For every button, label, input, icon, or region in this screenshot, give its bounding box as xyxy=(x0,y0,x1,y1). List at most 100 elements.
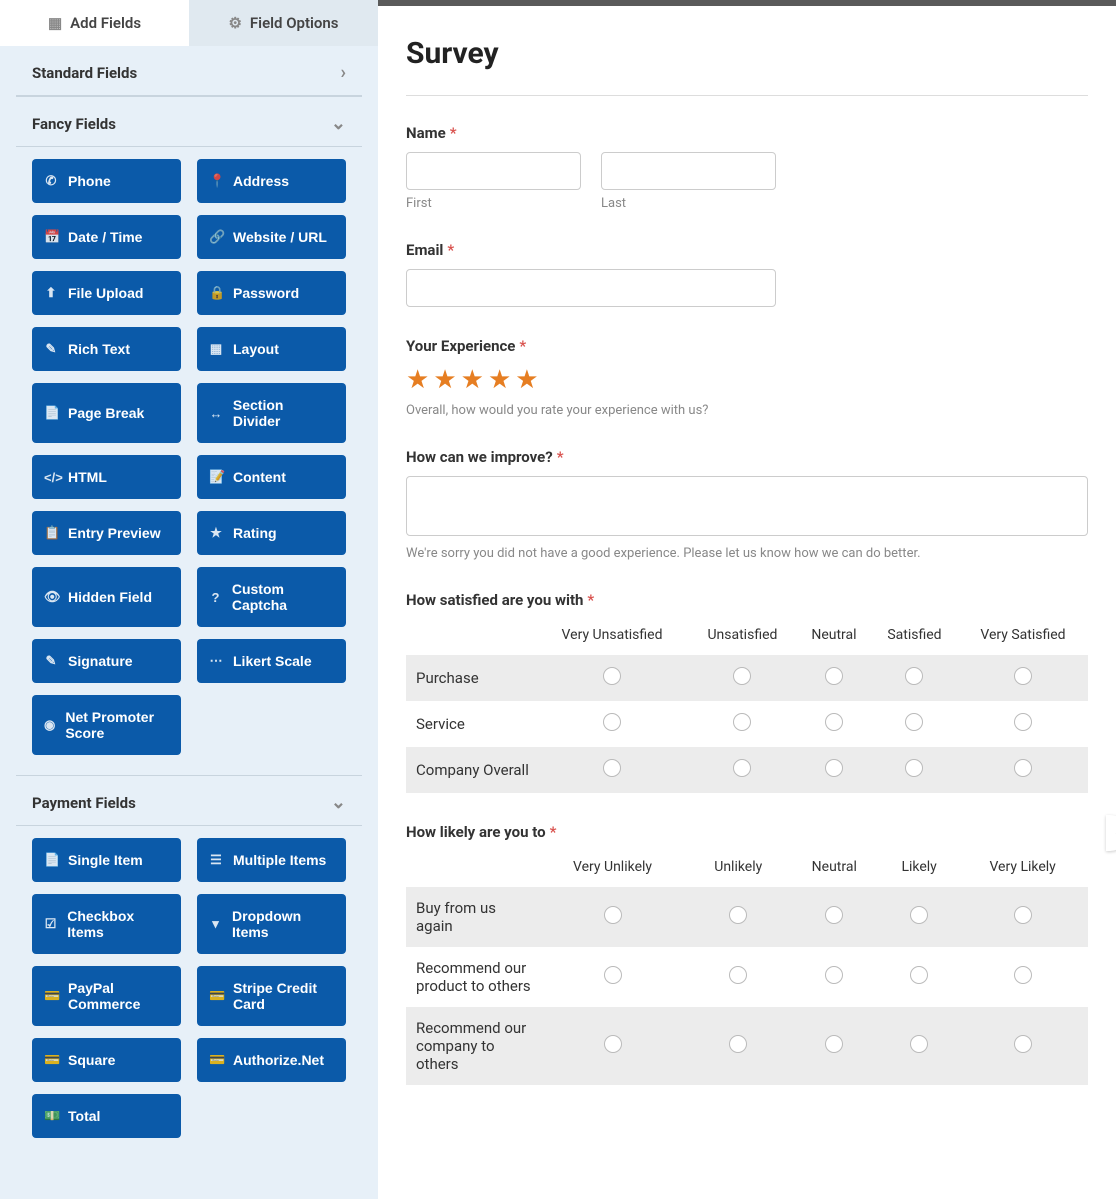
likert-radio[interactable] xyxy=(825,713,843,731)
field-button-signature[interactable]: ✎Signature xyxy=(32,639,181,683)
star-icon[interactable]: ★ xyxy=(461,365,484,395)
likert-radio[interactable] xyxy=(910,966,928,984)
likert-radio[interactable] xyxy=(729,1035,747,1053)
last-name-input[interactable] xyxy=(601,152,776,190)
field-button-html[interactable]: </>HTML xyxy=(32,455,181,499)
star-icon[interactable]: ★ xyxy=(488,365,511,395)
likert-likely: Very UnlikelyUnlikelyNeutralLikelyVery L… xyxy=(406,851,1088,1085)
field-button-entry-preview[interactable]: 📋Entry Preview xyxy=(32,511,181,555)
field-button-paypal-commerce[interactable]: 💳PayPal Commerce xyxy=(32,966,181,1026)
field-name: Name* First Last xyxy=(406,124,1088,211)
likert-radio[interactable] xyxy=(910,906,928,924)
likert-radio[interactable] xyxy=(729,906,747,924)
likert-col-header: Unsatisfied xyxy=(688,619,797,655)
code-icon: </> xyxy=(44,470,58,485)
field-button-custom-captcha[interactable]: ?Custom Captcha xyxy=(197,567,346,627)
required-asterisk: * xyxy=(447,241,454,259)
likert-radio[interactable] xyxy=(1014,1035,1032,1053)
field-button-layout[interactable]: ▦Layout xyxy=(197,327,346,371)
field-button-authorize-net[interactable]: 💳Authorize.Net xyxy=(197,1038,346,1082)
likert-radio[interactable] xyxy=(733,667,751,685)
star-icon[interactable]: ★ xyxy=(406,365,429,395)
likert-radio[interactable] xyxy=(603,713,621,731)
likert-radio[interactable] xyxy=(910,1035,928,1053)
link-icon: 🔗 xyxy=(209,229,223,245)
star-icon[interactable]: ★ xyxy=(433,365,456,395)
field-button-label: PayPal Commerce xyxy=(68,980,169,1012)
field-likely: How likely are you to* Very UnlikelyUnli… xyxy=(406,823,1088,1085)
field-button-file-upload[interactable]: ⬆File Upload xyxy=(32,271,181,315)
field-button-hidden-field[interactable]: 👁Hidden Field xyxy=(32,567,181,627)
field-label: How can we improve?* xyxy=(406,448,1088,466)
section-payment-fields[interactable]: Payment Fields ⌄ xyxy=(16,776,362,826)
field-button-single-item[interactable]: 📄Single Item xyxy=(32,838,181,882)
email-input[interactable] xyxy=(406,269,776,307)
likert-radio[interactable] xyxy=(825,1035,843,1053)
likert-radio[interactable] xyxy=(604,1035,622,1053)
field-button-password[interactable]: 🔒Password xyxy=(197,271,346,315)
chevron-down-icon: ⌄ xyxy=(331,113,346,134)
likert-radio[interactable] xyxy=(905,759,923,777)
field-button-rich-text[interactable]: ✎Rich Text xyxy=(32,327,181,371)
field-button-square[interactable]: 💳Square xyxy=(32,1038,181,1082)
field-button-multiple-items[interactable]: ☰Multiple Items xyxy=(197,838,346,882)
field-button-content[interactable]: 📝Content xyxy=(197,455,346,499)
field-button-date-time[interactable]: 📅Date / Time xyxy=(32,215,181,259)
tab-field-options[interactable]: ⚙ Field Options xyxy=(189,0,378,46)
field-button-label: Rating xyxy=(233,525,277,541)
nps-icon: ◉ xyxy=(44,717,55,733)
form-preview: Survey Name* First Last xyxy=(378,6,1116,1199)
field-satisfied: How satisfied are you with* Very Unsatis… xyxy=(406,591,1088,793)
likert-radio[interactable] xyxy=(1014,713,1032,731)
field-hint: Overall, how would you rate your experie… xyxy=(406,403,1088,418)
likert-radio[interactable] xyxy=(1014,759,1032,777)
likert-radio[interactable] xyxy=(729,966,747,984)
field-button-label: Square xyxy=(68,1052,115,1068)
collapse-sidebar-button[interactable]: ‹ xyxy=(1106,815,1116,851)
likert-radio[interactable] xyxy=(825,906,843,924)
likert-radio[interactable] xyxy=(603,759,621,777)
tab-add-fields[interactable]: ▦ Add Fields xyxy=(0,0,189,46)
field-button-likert-scale[interactable]: ⋯Likert Scale xyxy=(197,639,346,683)
field-button-label: Likert Scale xyxy=(233,653,312,669)
star-rating[interactable]: ★ ★ ★ ★ ★ xyxy=(406,365,1088,395)
likert-radio[interactable] xyxy=(825,667,843,685)
field-button-net-promoter-score[interactable]: ◉Net Promoter Score xyxy=(32,695,181,755)
likert-radio[interactable] xyxy=(733,759,751,777)
likert-radio[interactable] xyxy=(604,966,622,984)
field-button-section-divider[interactable]: ↔Section Divider xyxy=(197,383,346,443)
field-button-phone[interactable]: ✆Phone xyxy=(32,159,181,203)
field-button-address[interactable]: 📍Address xyxy=(197,159,346,203)
dropdown-icon: ▾ xyxy=(209,916,222,932)
likert-radio[interactable] xyxy=(905,667,923,685)
section-fancy-fields[interactable]: Fancy Fields ⌄ xyxy=(16,97,362,147)
likert-radio[interactable] xyxy=(733,713,751,731)
field-button-label: File Upload xyxy=(68,285,143,301)
likert-col-header: Likely xyxy=(881,851,957,887)
star-icon: ★ xyxy=(209,525,223,541)
section-standard-fields[interactable]: Standard Fields › xyxy=(16,46,362,96)
likert-radio[interactable] xyxy=(1014,966,1032,984)
field-button-total[interactable]: 💵Total xyxy=(32,1094,181,1138)
field-button-checkbox-items[interactable]: ☑Checkbox Items xyxy=(32,894,181,954)
likert-radio[interactable] xyxy=(1014,906,1032,924)
likert-col-header: Very Satisfied xyxy=(958,619,1088,655)
likert-radio[interactable] xyxy=(603,667,621,685)
field-button-stripe-credit-card[interactable]: 💳Stripe Credit Card xyxy=(197,966,346,1026)
signature-icon: ✎ xyxy=(44,653,58,669)
field-button-dropdown-items[interactable]: ▾Dropdown Items xyxy=(197,894,346,954)
likert-radio[interactable] xyxy=(604,906,622,924)
likert-radio[interactable] xyxy=(1014,667,1032,685)
sidebar-tabs: ▦ Add Fields ⚙ Field Options xyxy=(0,0,378,46)
field-button-website-url[interactable]: 🔗Website / URL xyxy=(197,215,346,259)
field-button-rating[interactable]: ★ Rating xyxy=(197,511,346,555)
star-icon[interactable]: ★ xyxy=(515,365,538,395)
likert-radio[interactable] xyxy=(825,966,843,984)
field-button-page-break[interactable]: 📄Page Break xyxy=(32,383,181,443)
first-name-input[interactable] xyxy=(406,152,581,190)
improve-textarea[interactable] xyxy=(406,476,1088,536)
phone-icon: ✆ xyxy=(44,173,58,189)
likert-radio[interactable] xyxy=(905,713,923,731)
chevron-right-icon: › xyxy=(341,62,346,83)
likert-radio[interactable] xyxy=(825,759,843,777)
